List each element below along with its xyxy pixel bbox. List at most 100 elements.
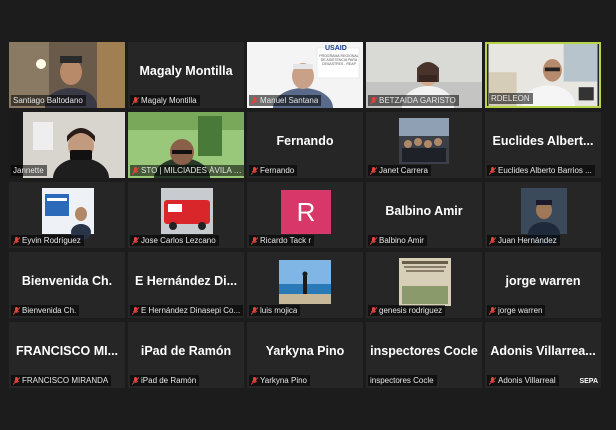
participant-tile[interactable]: STO | MILCIADES ÁVILA P... — [128, 112, 244, 178]
participant-name-tag: Balbino Amir — [368, 235, 427, 246]
participant-name: E Hernández Dinasepi Co... — [141, 306, 241, 315]
participant-tile[interactable]: Adonis Villarrea... Adonis Villarreal SE… — [485, 322, 601, 388]
participant-display-name: Adonis Villarrea... — [490, 344, 596, 358]
participant-tile[interactable]: Euclides Albert... Euclides Alberto Barr… — [485, 112, 601, 178]
muted-mic-icon — [132, 236, 139, 245]
participant-tile[interactable]: genesis rodriguez — [366, 252, 482, 318]
participant-name-tag: Jose Carlos Lezcano — [130, 235, 219, 246]
participant-name-tag: Janet Carrera — [368, 165, 431, 176]
participant-display-name: jorge warren — [505, 274, 581, 288]
participant-name-tag: Juan Hernández — [487, 235, 560, 246]
participant-name-tag: E Hernández Dinasepi Co... — [130, 305, 244, 316]
participant-name-tag: Jannette — [11, 165, 47, 176]
muted-mic-icon — [370, 306, 377, 315]
participant-name: inspectores Cocle — [370, 376, 434, 385]
participant-name-tag: Eyvin Rodríguez — [11, 235, 84, 246]
participant-name-tag: Euclides Alberto Barrios ... — [487, 165, 595, 176]
participant-tile[interactable]: inspectores Cocle inspectores Cocle — [366, 322, 482, 388]
participant-tile[interactable]: Bienvenida Ch. Bienvenida Ch. — [9, 252, 125, 318]
participant-name-tag: genesis rodriguez — [368, 305, 446, 316]
participant-tile[interactable]: E Hernández Di... E Hernández Dinasepi C… — [128, 252, 244, 318]
participant-tile[interactable]: Fernando Fernando — [247, 112, 363, 178]
participant-name-tag: Fernando — [249, 165, 298, 176]
muted-mic-icon — [132, 96, 139, 105]
participant-name-tag: FRANCISCO MIRANDA — [11, 375, 112, 386]
participant-name: Euclides Alberto Barrios ... — [498, 166, 592, 175]
participant-tile[interactable]: R Ricardo Tack r — [247, 182, 363, 248]
participant-name: Jose Carlos Lezcano — [141, 236, 216, 245]
participant-name: Juan Hernández — [498, 236, 557, 245]
usaid-logo: USAID — [325, 45, 347, 52]
participant-name-tag: Ricardo Tack r — [249, 235, 314, 246]
participant-name: Balbino Amir — [379, 236, 424, 245]
participant-display-name: Bienvenida Ch. — [21, 274, 113, 288]
participant-name: Eyvin Rodríguez — [22, 236, 81, 245]
participant-tile[interactable]: Janet Carrera — [366, 112, 482, 178]
muted-mic-icon — [370, 166, 377, 175]
participant-tile[interactable]: Santiago Baltodano — [9, 42, 125, 108]
participant-display-name: Fernando — [276, 134, 334, 148]
sepa-logo: SEPA — [579, 378, 598, 385]
participant-display-name: Euclides Albert... — [492, 134, 594, 148]
participant-tile[interactable]: Yarkyna Pino Yarkyna Pino — [247, 322, 363, 388]
participant-name-tag: Bienvenida Ch. — [11, 305, 80, 316]
muted-mic-icon — [132, 376, 139, 385]
participant-tile[interactable]: BETZAIDA GARISTO — [366, 42, 482, 108]
participant-name-tag: jorge warren — [487, 305, 546, 316]
participant-name: jorge warren — [498, 306, 543, 315]
participant-name-tag: Adonis Villarreal — [487, 375, 559, 386]
participant-name: BETZAIDA GARISTO — [379, 96, 456, 105]
participant-name: iPad de Ramón — [141, 376, 197, 385]
muted-mic-icon — [251, 166, 258, 175]
participant-name-tag: Yarkyna Pino — [249, 375, 310, 386]
participant-name: Jannette — [13, 166, 44, 175]
participant-name: Magaly Montilla — [141, 96, 197, 105]
participant-display-name: Balbino Amir — [385, 204, 463, 218]
muted-mic-icon — [251, 376, 258, 385]
participant-tile[interactable]: Jannette — [9, 112, 125, 178]
muted-mic-icon — [132, 306, 139, 315]
participant-name: FRANCISCO MIRANDA — [22, 376, 109, 385]
muted-mic-icon — [13, 376, 20, 385]
muted-mic-icon — [13, 306, 20, 315]
muted-mic-icon — [251, 96, 258, 105]
muted-mic-icon — [251, 306, 258, 315]
participant-name-tag: luis mojica — [249, 305, 301, 316]
muted-mic-icon — [132, 166, 139, 175]
participant-name: Janet Carrera — [379, 166, 428, 175]
participant-tile[interactable]: Magaly Montilla Magaly Montilla — [128, 42, 244, 108]
participant-tile[interactable]: Jose Carlos Lezcano — [128, 182, 244, 248]
participant-avatar: R — [281, 190, 331, 234]
participant-name-tag: Manuel Santana — [249, 95, 322, 106]
participant-name-tag: inspectores Cocle — [368, 375, 437, 386]
participant-tile[interactable]: jorge warren jorge warren — [485, 252, 601, 318]
participant-tile[interactable]: Juan Hernández — [485, 182, 601, 248]
muted-mic-icon — [251, 236, 258, 245]
participant-tile[interactable]: FRANCISCO MI... FRANCISCO MIRANDA — [9, 322, 125, 388]
participant-name: Fernando — [260, 166, 295, 175]
participant-name-tag: BETZAIDA GARISTO — [368, 95, 459, 106]
muted-mic-icon — [489, 376, 496, 385]
muted-mic-icon — [13, 236, 20, 245]
participant-tile-active-speaker[interactable]: RDELEON — [485, 42, 601, 108]
participant-name-tag: Santiago Baltodano — [11, 95, 86, 106]
participant-tile[interactable]: luis mojica — [247, 252, 363, 318]
muted-mic-icon — [489, 236, 496, 245]
participant-name: luis mojica — [260, 306, 298, 315]
participant-name: Yarkyna Pino — [260, 376, 307, 385]
participant-tile[interactable]: Eyvin Rodríguez — [9, 182, 125, 248]
participant-name-tag: STO | MILCIADES ÁVILA P... — [130, 165, 244, 176]
participant-name: Bienvenida Ch. — [22, 306, 77, 315]
participant-name: Santiago Baltodano — [13, 96, 83, 105]
participant-display-name: E Hernández Di... — [134, 274, 238, 288]
video-grid: Santiago Baltodano Magaly Montilla Magal… — [9, 42, 601, 388]
participant-name-tag: iPad de Ramón — [130, 375, 200, 386]
participant-name: Ricardo Tack r — [260, 236, 311, 245]
muted-mic-icon — [489, 166, 496, 175]
participant-tile[interactable]: iPad de Ramón iPad de Ramón — [128, 322, 244, 388]
participant-tile[interactable]: USAID PROGRAMA REGIONAL DE ASISTENCIA PA… — [247, 42, 363, 108]
participant-name: Adonis Villarreal — [498, 376, 556, 385]
muted-mic-icon — [489, 306, 496, 315]
participant-tile[interactable]: Balbino Amir Balbino Amir — [366, 182, 482, 248]
muted-mic-icon — [370, 96, 377, 105]
